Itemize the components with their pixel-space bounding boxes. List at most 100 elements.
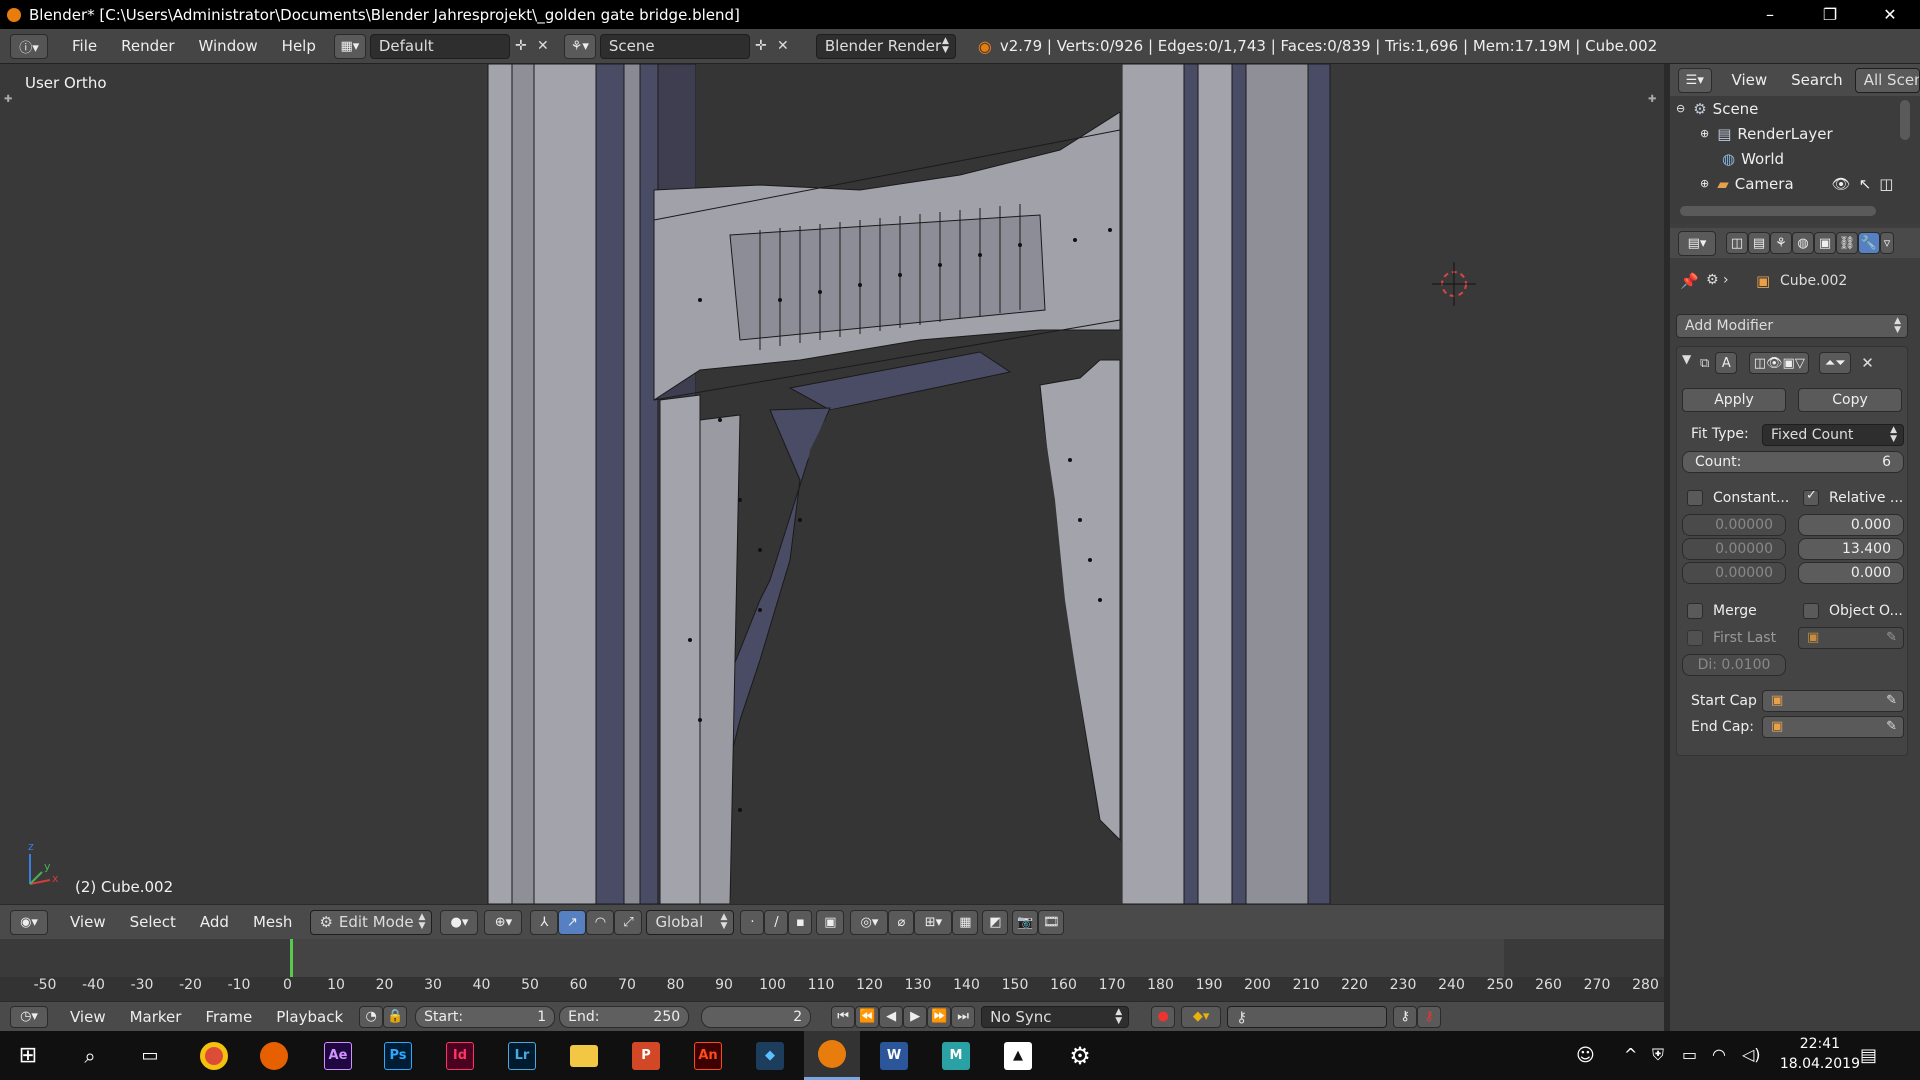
maya-icon[interactable]: M: [928, 1031, 984, 1080]
jump-start-icon[interactable]: ⏮: [831, 1005, 856, 1028]
word-icon[interactable]: W: [866, 1031, 922, 1080]
outliner-menu-view[interactable]: View: [1720, 71, 1780, 89]
opengl-render-icon[interactable]: 📷: [1012, 909, 1039, 935]
collapse-icon[interactable]: ⊖: [1676, 102, 1685, 115]
outliner-item-world[interactable]: ◍ World: [1670, 146, 1784, 171]
system-clock[interactable]: 22:41 18.04.2019: [1780, 1034, 1860, 1074]
volume-icon[interactable]: ◁): [1742, 1045, 1761, 1064]
photoshop-icon[interactable]: Ps: [370, 1031, 426, 1080]
render-tab-icon[interactable]: ◫: [1726, 232, 1748, 254]
current-frame-field[interactable]: 2: [701, 1005, 812, 1028]
offset-object-field[interactable]: ▣ ✎: [1798, 627, 1904, 649]
relative-y-field[interactable]: 13.400: [1798, 538, 1904, 560]
move-modifier-icons[interactable]: ⏶⏷: [1819, 352, 1852, 374]
jump-keyframe-forward-icon[interactable]: ⏩: [927, 1005, 952, 1028]
modifier-visibility-toggles[interactable]: ◫👁▣▽: [1749, 352, 1810, 374]
menu-render[interactable]: Render: [109, 37, 186, 55]
lock-time-cursor-icon[interactable]: 🔒: [383, 1005, 408, 1028]
copy-button[interactable]: Copy: [1798, 388, 1902, 412]
editor-type-properties-icon[interactable]: ▤▾: [1678, 230, 1716, 256]
timeline-ruler[interactable]: -50 -40 -30 -20 -10 0 10 20 30 40 50 60 70 80 90 100 110…: [0, 977, 1664, 1001]
wifi-icon[interactable]: ◠: [1712, 1045, 1726, 1064]
translate-manipulator-icon[interactable]: ↗: [558, 909, 587, 935]
editor-type-info-icon[interactable]: ⓘ▾: [10, 33, 48, 59]
toolshelf-toggle-icon[interactable]: ✚: [4, 94, 12, 105]
minimize-button[interactable]: –: [1740, 0, 1800, 29]
add-layout-icon[interactable]: ✛: [510, 35, 532, 57]
constant-x-field[interactable]: 0.00000: [1682, 514, 1786, 536]
editor-type-timeline-icon[interactable]: ◷▾: [10, 1005, 48, 1028]
menu-frame[interactable]: Frame: [193, 1008, 264, 1026]
jump-keyframe-back-icon[interactable]: ⏪: [855, 1005, 880, 1028]
opengl-animation-icon[interactable]: 🎞: [1038, 909, 1065, 935]
scene-icon[interactable]: ⚘▾: [563, 33, 596, 59]
menu-view[interactable]: View: [58, 913, 118, 931]
jump-end-icon[interactable]: ⏭: [951, 1005, 976, 1028]
photos-icon[interactable]: ▲: [990, 1031, 1046, 1080]
record-icon[interactable]: ●: [1151, 1005, 1176, 1028]
play-reverse-icon[interactable]: ◀: [879, 1005, 904, 1028]
orientation-dropdown[interactable]: Global ▲ ▼: [646, 909, 735, 935]
settings-icon[interactable]: ⚙: [1052, 1031, 1108, 1080]
merge-checkbox[interactable]: [1687, 603, 1703, 619]
3d-cursor-icon[interactable]: [1432, 262, 1476, 306]
constant-z-field[interactable]: 0.00000: [1682, 562, 1786, 584]
outliner-menu-search[interactable]: Search: [1779, 71, 1855, 89]
menu-mesh[interactable]: Mesh: [241, 913, 305, 931]
tray-chevron-icon[interactable]: ^: [1624, 1045, 1637, 1064]
maximize-button[interactable]: ❐: [1800, 0, 1860, 29]
object-tab-icon[interactable]: ▣: [1814, 232, 1836, 254]
apply-button[interactable]: Apply: [1682, 388, 1786, 412]
constraints-tab-icon[interactable]: ⛓: [1836, 232, 1858, 254]
layers-icon[interactable]: ▦: [952, 909, 979, 935]
fit-type-dropdown[interactable]: Fixed Count ▲ ▼: [1762, 424, 1904, 446]
preview-range-icon[interactable]: ◔: [359, 1005, 384, 1028]
face-select-icon[interactable]: ▪: [788, 909, 813, 935]
animate-icon[interactable]: An: [680, 1031, 736, 1080]
menu-playback[interactable]: Playback: [264, 1008, 355, 1026]
active-keying-set-field[interactable]: ⚷: [1227, 1005, 1388, 1028]
remove-layout-icon[interactable]: ✕: [532, 35, 554, 57]
scene-tab-icon[interactable]: ⚘: [1770, 232, 1792, 254]
expand-camera-icon[interactable]: ⊕: [1700, 177, 1709, 190]
menu-add[interactable]: Add: [188, 913, 241, 931]
menu-file[interactable]: File: [60, 37, 109, 55]
lightroom-icon[interactable]: Lr: [494, 1031, 550, 1080]
offset-object-eyedropper-icon[interactable]: ✎: [1886, 630, 1897, 645]
end-cap-field[interactable]: ▣ ✎: [1762, 716, 1904, 738]
rotate-manipulator-icon[interactable]: ◠: [586, 909, 615, 935]
render-engine-dropdown[interactable]: Blender Render ▲ ▼: [815, 33, 956, 59]
occlude-geometry-icon[interactable]: ▣: [816, 909, 845, 935]
sync-dropdown[interactable]: No Sync ▲ ▼: [981, 1005, 1130, 1028]
count-field[interactable]: Count: 6: [1682, 451, 1904, 473]
relative-x-field[interactable]: 0.000: [1798, 514, 1904, 536]
merge-distance-field[interactable]: Di: 0.0100: [1682, 654, 1786, 676]
insert-keyframe-icon[interactable]: ⚷: [1393, 1005, 1418, 1028]
outliner-filter-dropdown[interactable]: All Scenes: [1854, 67, 1920, 93]
modifiers-tab-icon[interactable]: 🔧: [1858, 232, 1880, 254]
indesign-icon[interactable]: Id: [432, 1031, 488, 1080]
world-tab-icon[interactable]: ◍: [1792, 232, 1814, 254]
start-frame-field[interactable]: Start: 1: [415, 1005, 556, 1028]
end-frame-field[interactable]: End: 250: [559, 1005, 690, 1028]
notifications-icon[interactable]: ▤: [1860, 1045, 1877, 1066]
search-icon[interactable]: ⌕: [62, 1031, 118, 1080]
start-cap-eyedropper-icon[interactable]: ✎: [1886, 693, 1897, 708]
task-view-icon[interactable]: ▭: [122, 1031, 178, 1080]
unity-icon[interactable]: ◆: [742, 1031, 798, 1080]
relative-offset-checkbox[interactable]: [1803, 488, 1819, 506]
close-button[interactable]: ✕: [1860, 0, 1920, 29]
modifier-name-field[interactable]: A: [1715, 352, 1738, 374]
file-explorer-icon[interactable]: [556, 1031, 612, 1080]
first-last-checkbox[interactable]: [1687, 630, 1703, 646]
menu-marker[interactable]: Marker: [118, 1008, 194, 1026]
firefox-icon[interactable]: [246, 1031, 302, 1080]
outliner-item-scene[interactable]: ⊖ ⚙ Scene: [1670, 96, 1758, 121]
expand-icon[interactable]: ⊕: [1700, 127, 1709, 140]
battery-icon[interactable]: ▭: [1682, 1045, 1697, 1064]
remove-scene-icon[interactable]: ✕: [772, 35, 794, 57]
outliner-item-camera[interactable]: ⊕ ▰ Camera 👁 ↖ ◫: [1670, 171, 1906, 196]
menu-window[interactable]: Window: [187, 37, 270, 55]
screen-layout-icon[interactable]: ▦▾: [333, 33, 366, 59]
editor-type-3dview-icon[interactable]: ◉▾: [10, 909, 48, 935]
